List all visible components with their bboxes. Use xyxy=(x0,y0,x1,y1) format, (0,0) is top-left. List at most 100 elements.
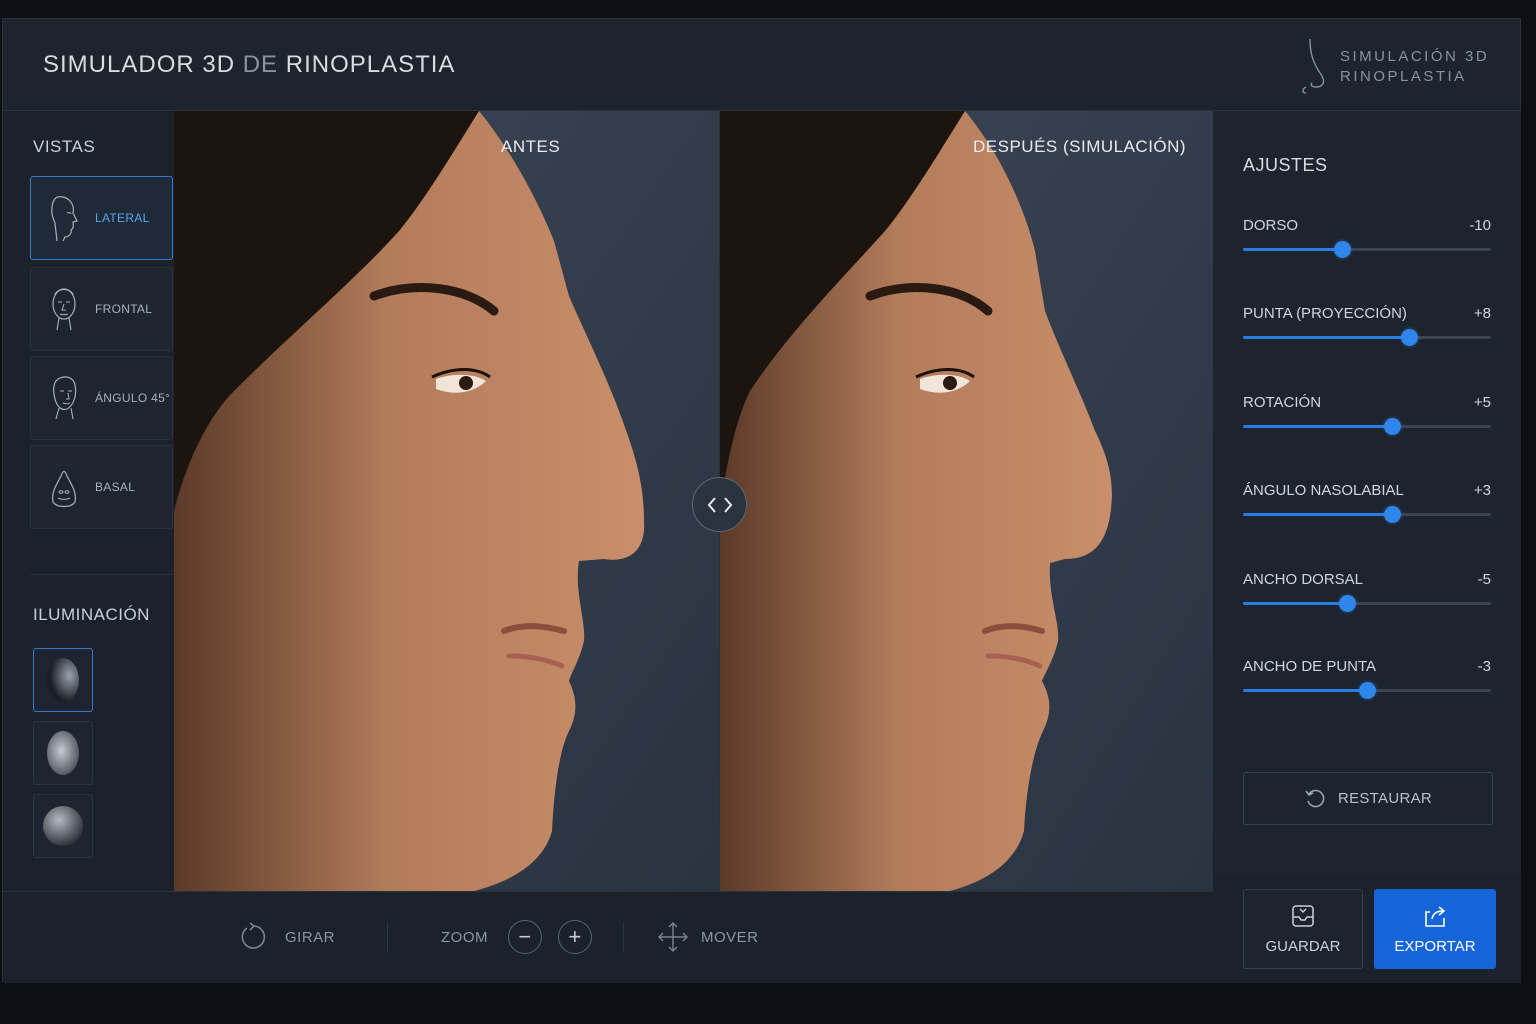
slider-label: PUNTA (PROYECCIÓN) xyxy=(1243,305,1407,322)
slider-rotacion: ROTACIÓN +5 xyxy=(1243,394,1491,444)
zoom-label: ZOOM xyxy=(441,928,488,946)
slider-fill xyxy=(1243,602,1348,605)
slider-ancho-punta: ANCHO DE PUNTA -3 xyxy=(1243,658,1491,708)
zoom-in-button[interactable]: + xyxy=(558,920,592,954)
after-label: DESPUÉS (SIMULACIÓN) xyxy=(973,137,1187,156)
view-frontal-label: FRONTAL xyxy=(95,302,153,316)
face-45-icon xyxy=(39,367,89,429)
app-title: SIMULADOR 3D DE RINOPLASTIA xyxy=(43,51,455,79)
zoom-out-button[interactable]: − xyxy=(508,920,542,954)
slider-fill xyxy=(1243,689,1367,692)
lighting-side-icon xyxy=(47,658,79,702)
lighting-option-1[interactable] xyxy=(33,648,93,712)
slider-label: ANCHO DE PUNTA xyxy=(1243,658,1377,675)
zoom-tool: ZOOM − + xyxy=(441,917,592,957)
app-title-part1: SIMULADOR 3D xyxy=(43,51,236,78)
lighting-option-2[interactable] xyxy=(33,721,93,785)
app-title-part3: RINOPLASTIA xyxy=(285,51,456,78)
adjustments-title: AJUSTES xyxy=(1243,155,1328,175)
minus-icon: − xyxy=(518,924,532,949)
slider-label: ROTACIÓN xyxy=(1243,394,1322,411)
reset-icon xyxy=(1305,789,1325,807)
toolbar-separator xyxy=(623,922,624,952)
slider-fill xyxy=(1243,513,1392,516)
logo: SIMULACIÓN 3D RINOPLASTIA xyxy=(1296,37,1489,95)
view-lateral-label: LATERAL xyxy=(95,211,150,225)
view-frontal[interactable]: FRONTAL xyxy=(30,267,173,351)
slider-track[interactable] xyxy=(1243,329,1491,346)
slider-ancho-dorsal: ANCHO DORSAL -5 xyxy=(1243,571,1491,621)
slider-value: +8 xyxy=(1473,305,1491,322)
after-face-image xyxy=(720,111,1213,891)
save-icon xyxy=(1292,905,1314,927)
slider-thumb[interactable] xyxy=(1334,241,1352,258)
export-icon xyxy=(1425,906,1446,927)
view-lateral[interactable]: LATERAL xyxy=(30,176,173,260)
export-button[interactable]: EXPORTAR xyxy=(1374,889,1496,969)
view-basal[interactable]: BASAL xyxy=(30,445,173,529)
slider-track[interactable] xyxy=(1243,418,1491,435)
move-label: MOVER xyxy=(701,928,759,946)
slider-value: +5 xyxy=(1473,394,1491,411)
view-angle-45-label: ÁNGULO 45° xyxy=(95,391,171,405)
slider-label: DORSO xyxy=(1243,217,1299,234)
header: SIMULADOR 3D DE RINOPLASTIA SIMULACIÓN 3… xyxy=(3,19,1520,111)
lighting-front-icon xyxy=(43,806,83,846)
view-basal-label: BASAL xyxy=(95,480,136,494)
slider-track[interactable] xyxy=(1243,241,1491,258)
lighting-soft-icon xyxy=(47,731,79,775)
slider-fill xyxy=(1243,248,1343,251)
slider-punta: PUNTA (PROYECCIÓN) +8 xyxy=(1243,305,1491,355)
logo-line2: RINOPLASTIA xyxy=(1340,68,1467,85)
after-pane: DESPUÉS (SIMULACIÓN) xyxy=(720,111,1213,891)
before-face-image xyxy=(174,111,719,891)
toolbar-separator xyxy=(387,922,388,952)
slider-fill xyxy=(1243,425,1392,428)
view-angle-45[interactable]: ÁNGULO 45° xyxy=(30,356,173,440)
action-bar: GUARDAR EXPORTAR xyxy=(1213,875,1521,983)
export-label: EXPORTAR xyxy=(1394,938,1476,955)
slider-thumb[interactable] xyxy=(1383,506,1401,523)
slider-track[interactable] xyxy=(1243,682,1491,699)
views-title: VISTAS xyxy=(33,137,96,156)
app-title-part2: DE xyxy=(242,51,279,78)
slider-value: -3 xyxy=(1477,658,1491,675)
chevrons-left-right-icon xyxy=(707,496,732,513)
rotate-icon xyxy=(241,922,266,949)
before-label: ANTES xyxy=(501,137,561,156)
slider-value: +3 xyxy=(1473,482,1491,499)
plus-icon: + xyxy=(568,924,582,949)
slider-thumb[interactable] xyxy=(1401,329,1419,346)
move-tool[interactable]: MOVER xyxy=(657,917,759,957)
slider-label: ÁNGULO NASOLABIAL xyxy=(1243,482,1404,499)
rotate-label: GIRAR xyxy=(285,928,336,946)
lighting-option-3[interactable] xyxy=(33,794,93,858)
adjustments-panel: AJUSTES DORSO -10 PUNTA (PROYECCIÓN) +8 … xyxy=(1213,111,1521,891)
move-arrows-icon xyxy=(658,922,688,952)
face-basal-icon xyxy=(39,456,89,518)
save-button[interactable]: GUARDAR xyxy=(1243,889,1363,969)
slider-track[interactable] xyxy=(1243,506,1491,523)
sidebar-divider xyxy=(30,574,174,575)
slider-thumb[interactable] xyxy=(1339,595,1357,612)
lighting-title: ILUMINACIÓN xyxy=(33,605,150,624)
logo-line1: SIMULACIÓN 3D xyxy=(1340,48,1490,65)
split-handle[interactable] xyxy=(692,477,747,532)
slider-thumb[interactable] xyxy=(1383,418,1401,435)
slider-thumb[interactable] xyxy=(1359,682,1376,699)
view-toolbar: GIRAR ZOOM − + MOVER xyxy=(3,891,1213,983)
app-window: SIMULADOR 3D DE RINOPLASTIA SIMULACIÓN 3… xyxy=(2,18,1521,983)
slider-angulo-nasolabial: ÁNGULO NASOLABIAL +3 xyxy=(1243,482,1491,532)
face-profile-icon xyxy=(39,187,89,249)
restore-button[interactable]: RESTAURAR xyxy=(1243,772,1493,825)
logo-text: SIMULACIÓN 3D RINOPLASTIA xyxy=(1340,47,1489,87)
save-label: GUARDAR xyxy=(1265,938,1341,955)
slider-track[interactable] xyxy=(1243,595,1491,612)
rotate-tool[interactable]: GIRAR xyxy=(239,917,335,957)
slider-value: -10 xyxy=(1469,217,1491,234)
restore-label: RESTAURAR xyxy=(1337,790,1433,807)
before-pane: ANTES xyxy=(174,111,719,891)
slider-dorso: DORSO -10 xyxy=(1243,217,1491,267)
sidebar: VISTAS LATERAL FRONTAL ÁNGULO 45° BASAL … xyxy=(3,111,174,891)
nose-logo-icon xyxy=(1302,38,1325,94)
